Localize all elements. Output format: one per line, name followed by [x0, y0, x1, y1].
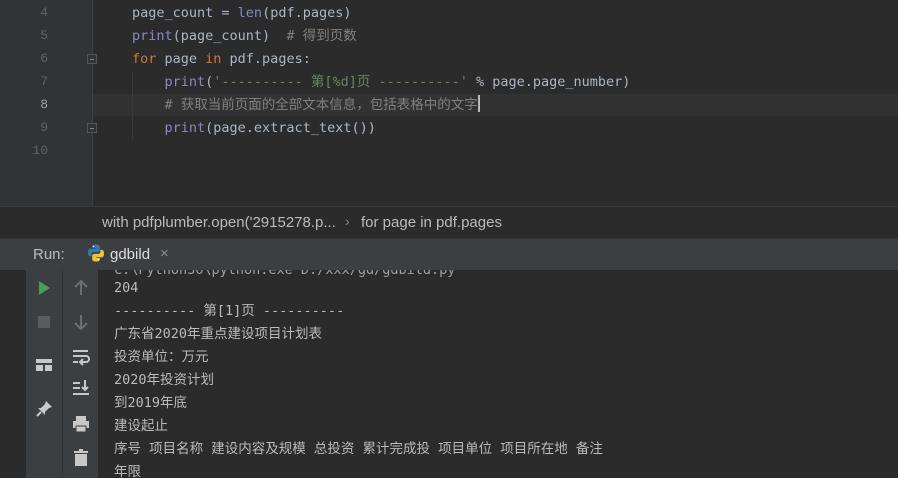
code-token: (page_count): [172, 28, 287, 44]
console-line: 204: [114, 280, 139, 296]
code-token: % page.page_number): [467, 74, 631, 90]
console-line-partial: C:\Python36\python.exe D:/xxx/gd/gdbild.…: [114, 270, 456, 278]
code-token: (pdf.pages): [262, 5, 352, 21]
python-icon: [88, 244, 104, 262]
text-caret: [477, 95, 480, 112]
line-number-active: 8: [40, 97, 48, 112]
line-number: 6: [40, 51, 48, 66]
breadcrumb-item[interactable]: with pdfplumber.open('2915278.p...: [102, 214, 336, 231]
scroll-up-icon[interactable]: [71, 278, 91, 298]
code-token: print: [132, 120, 206, 136]
line-number: 5: [40, 28, 48, 43]
code-token: print: [132, 74, 206, 90]
code-token: # 得到页数: [286, 28, 357, 44]
code-line[interactable]: print('---------- 第[%d]页 ----------' % p…: [132, 71, 631, 93]
fold-collapse-icon[interactable]: [87, 54, 97, 64]
line-number-gutter[interactable]: 4 5 6 7 8 9 10: [0, 0, 92, 206]
print-icon[interactable]: [71, 414, 91, 434]
pin-icon[interactable]: [34, 399, 54, 419]
close-tab-icon[interactable]: ×: [160, 245, 169, 262]
code-token: page_count =: [132, 5, 238, 21]
code-token: page: [164, 51, 206, 67]
run-icon[interactable]: [34, 278, 54, 298]
code-line[interactable]: print(page.extract_text()): [132, 117, 376, 139]
gutter-separator: [92, 0, 93, 206]
fold-end-icon[interactable]: [87, 123, 97, 133]
stop-icon[interactable]: [34, 312, 54, 332]
code-editor[interactable]: 4 5 6 7 8 9 10 page_count = len(pdf.page…: [0, 0, 898, 206]
code-token: in: [205, 51, 230, 67]
breadcrumb-item[interactable]: for page in pdf.pages: [361, 214, 502, 231]
console-line: 投资单位：万元: [114, 349, 209, 365]
line-number: 9: [40, 120, 48, 135]
line-number: 4: [40, 5, 48, 20]
run-panel-header: Run: gdbild ×: [0, 238, 898, 270]
code-token: '---------- 第[%d]页 ----------': [213, 74, 468, 90]
code-line[interactable]: page_count = len(pdf.pages): [132, 2, 351, 24]
console-line: 2020年投资计划: [114, 372, 215, 388]
trash-icon[interactable]: [71, 448, 91, 468]
code-token: len: [237, 5, 263, 21]
code-token: # 获取当前页面的全部文本信息，包括表格中的文字: [132, 97, 478, 113]
code-token: print: [132, 28, 173, 44]
console-line: 到2019年底: [114, 395, 188, 411]
run-tab-gdbild[interactable]: gdbild ×: [80, 239, 184, 270]
layout-icon[interactable]: [34, 355, 54, 375]
run-tab-label: gdbild: [110, 246, 151, 263]
console-line: 序号 项目名称 建设内容及规模 总投资 累计完成投 项目单位 项目所在地 备注: [114, 441, 603, 457]
code-token: (page.extract_text()): [205, 120, 376, 136]
console-line: 广东省2020年重点建设项目计划表: [114, 326, 323, 342]
code-token: pdf.pages:: [229, 51, 311, 67]
breadcrumb-separator: ›: [345, 213, 350, 229]
run-toolbar-secondary: [62, 270, 98, 478]
run-toolbar-primary: [26, 270, 62, 478]
console-line: 建设起止: [114, 418, 168, 434]
code-line[interactable]: for page in pdf.pages:: [132, 48, 311, 70]
code-token: for: [132, 51, 165, 67]
code-line[interactable]: # 获取当前页面的全部文本信息，包括表格中的文字: [132, 94, 480, 116]
scroll-down-icon[interactable]: [71, 312, 91, 332]
line-number: 7: [40, 74, 48, 89]
soft-wrap-icon[interactable]: [71, 347, 91, 367]
console-line: ---------- 第[1]页 ----------: [114, 303, 345, 319]
console-output[interactable]: C:\Python36\python.exe D:/xxx/gd/gdbild.…: [98, 270, 898, 478]
console-line: 年限: [114, 464, 141, 478]
code-line[interactable]: print(page_count) # 得到页数: [132, 25, 357, 47]
line-number: 10: [32, 143, 48, 158]
breadcrumb: with pdfplumber.open('2915278.p... › for…: [0, 206, 898, 238]
scroll-to-end-icon[interactable]: [71, 378, 91, 398]
run-panel-label: Run:: [33, 246, 65, 263]
